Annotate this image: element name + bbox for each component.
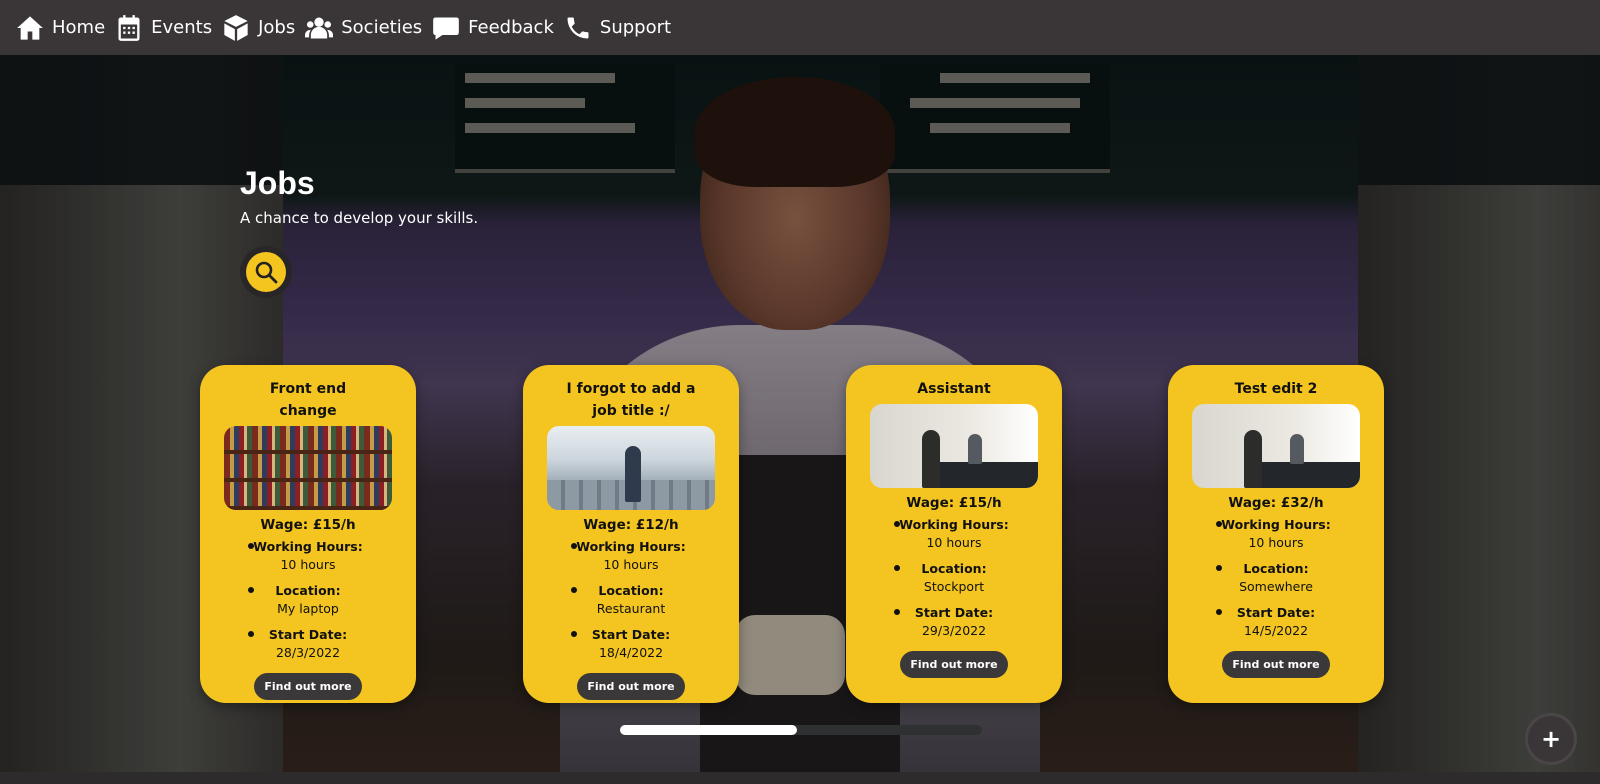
hours-label: Working Hours: <box>1221 517 1331 532</box>
phone-icon <box>567 17 589 38</box>
list-item: Working Hours: 10 hours <box>531 538 731 574</box>
nav-item-events[interactable]: Events <box>115 14 212 42</box>
location-label: Location: <box>1243 561 1309 576</box>
nav-item-label: Home <box>52 17 106 38</box>
nav-item-jobs[interactable]: Jobs <box>222 14 295 42</box>
start-date-value: 14/5/2022 <box>1243 623 1309 638</box>
job-details-list: Working Hours: 10 hours Location: Restau… <box>523 538 739 662</box>
job-wage: Wage: £12/h <box>583 517 679 533</box>
find-out-more-button[interactable]: Find out more <box>1222 651 1330 678</box>
location-label: Location: <box>921 561 987 576</box>
start-date-value: 18/4/2022 <box>598 645 664 660</box>
find-out-more-button[interactable]: Find out more <box>577 673 685 700</box>
list-item: Working Hours: 10 hours <box>854 516 1054 552</box>
list-item: Start Date: 14/5/2022 <box>1176 604 1376 640</box>
hours-value: 10 hours <box>603 557 659 572</box>
nav-item-label: Events <box>151 17 213 38</box>
nav-item-label: Jobs <box>258 17 296 38</box>
calendar-icon <box>118 14 140 41</box>
top-navbar: Home Events Jobs Societies Feedback Supp… <box>0 0 1600 55</box>
location-value: Restaurant <box>596 601 666 616</box>
hours-value: 10 hours <box>1248 535 1304 550</box>
nav-item-support[interactable]: Support <box>564 14 671 42</box>
search-button-inner <box>246 252 286 292</box>
scrollbar-thumb[interactable] <box>620 725 798 735</box>
find-out-more-button[interactable]: Find out more <box>900 651 1008 678</box>
search-button[interactable] <box>240 246 292 298</box>
box-icon <box>224 14 248 41</box>
find-out-more-button[interactable]: Find out more <box>254 673 362 700</box>
location-value: Stockport <box>923 579 985 594</box>
location-value: Somewhere <box>1239 579 1313 594</box>
nav-item-home[interactable]: Home <box>16 14 105 42</box>
list-item: Start Date: 28/3/2022 <box>208 626 408 662</box>
home-icon <box>17 15 43 40</box>
job-wage: Wage: £32/h <box>1228 495 1324 511</box>
job-card: I forgot to add a job title :/ Wage: £12… <box>523 365 739 703</box>
location-label: Location: <box>275 583 341 598</box>
job-title: I forgot to add a job title :/ <box>566 381 696 419</box>
list-item: Location: My laptop <box>208 582 408 618</box>
job-card: Front end change Wage: £15/h Working Hou… <box>200 365 416 703</box>
job-card: Test edit 2 Wage: £32/h Working Hours: 1… <box>1168 365 1384 703</box>
page-subtitle: A chance to develop your skills. <box>240 209 479 227</box>
hours-value: 10 hours <box>926 535 982 550</box>
job-title: Test edit 2 <box>1234 381 1318 397</box>
start-date-label: Start Date: <box>591 627 671 642</box>
job-title: Assistant <box>917 381 991 397</box>
cards-horizontal-scrollbar[interactable] <box>620 725 982 735</box>
comment-icon <box>433 17 459 40</box>
start-date-label: Start Date: <box>1236 605 1316 620</box>
nav-item-label: Support <box>599 17 672 38</box>
list-item: Working Hours: 10 hours <box>1176 516 1376 552</box>
nav-item-label: Societies <box>341 17 423 38</box>
job-details-list: Working Hours: 10 hours Location: Somewh… <box>1168 516 1384 640</box>
shop-counter-image <box>870 404 1038 488</box>
start-date-label: Start Date: <box>268 627 348 642</box>
users-icon <box>305 17 334 38</box>
hours-label: Working Hours: <box>899 517 1009 532</box>
location-label: Location: <box>598 583 664 598</box>
search-icon <box>255 261 278 284</box>
job-card: Assistant Wage: £15/h Working Hours: 10 … <box>846 365 1062 703</box>
list-item: Location: Restaurant <box>531 582 731 618</box>
start-date-value: 28/3/2022 <box>275 645 341 660</box>
library-bookshelf-image <box>224 426 392 510</box>
add-job-button[interactable]: + <box>1525 713 1577 765</box>
start-date-value: 29/3/2022 <box>921 623 987 638</box>
hours-label: Working Hours: <box>576 539 686 554</box>
job-wage: Wage: £15/h <box>260 517 356 533</box>
footer-bar <box>0 772 1600 784</box>
job-details-list: Working Hours: 10 hours Location: My lap… <box>200 538 416 662</box>
list-item: Working Hours: 10 hours <box>208 538 408 574</box>
location-value: My laptop <box>277 601 339 616</box>
start-date-label: Start Date: <box>914 605 994 620</box>
nav-item-label: Feedback <box>468 17 554 38</box>
hours-label: Working Hours: <box>253 539 363 554</box>
list-item: Start Date: 18/4/2022 <box>531 626 731 662</box>
job-details-list: Working Hours: 10 hours Location: Stockp… <box>846 516 1062 640</box>
job-title: Front end change <box>269 381 347 419</box>
nav-item-feedback[interactable]: Feedback <box>432 14 554 42</box>
nav-item-societies[interactable]: Societies <box>305 14 422 42</box>
hours-value: 10 hours <box>280 557 336 572</box>
airplane-cabin-image <box>547 426 715 510</box>
list-item: Location: Stockport <box>854 560 1054 596</box>
list-item: Start Date: 29/3/2022 <box>854 604 1054 640</box>
page-title: Jobs <box>240 165 315 201</box>
shop-counter-image <box>1192 404 1360 488</box>
job-wage: Wage: £15/h <box>906 495 1002 511</box>
list-item: Location: Somewhere <box>1176 560 1376 596</box>
